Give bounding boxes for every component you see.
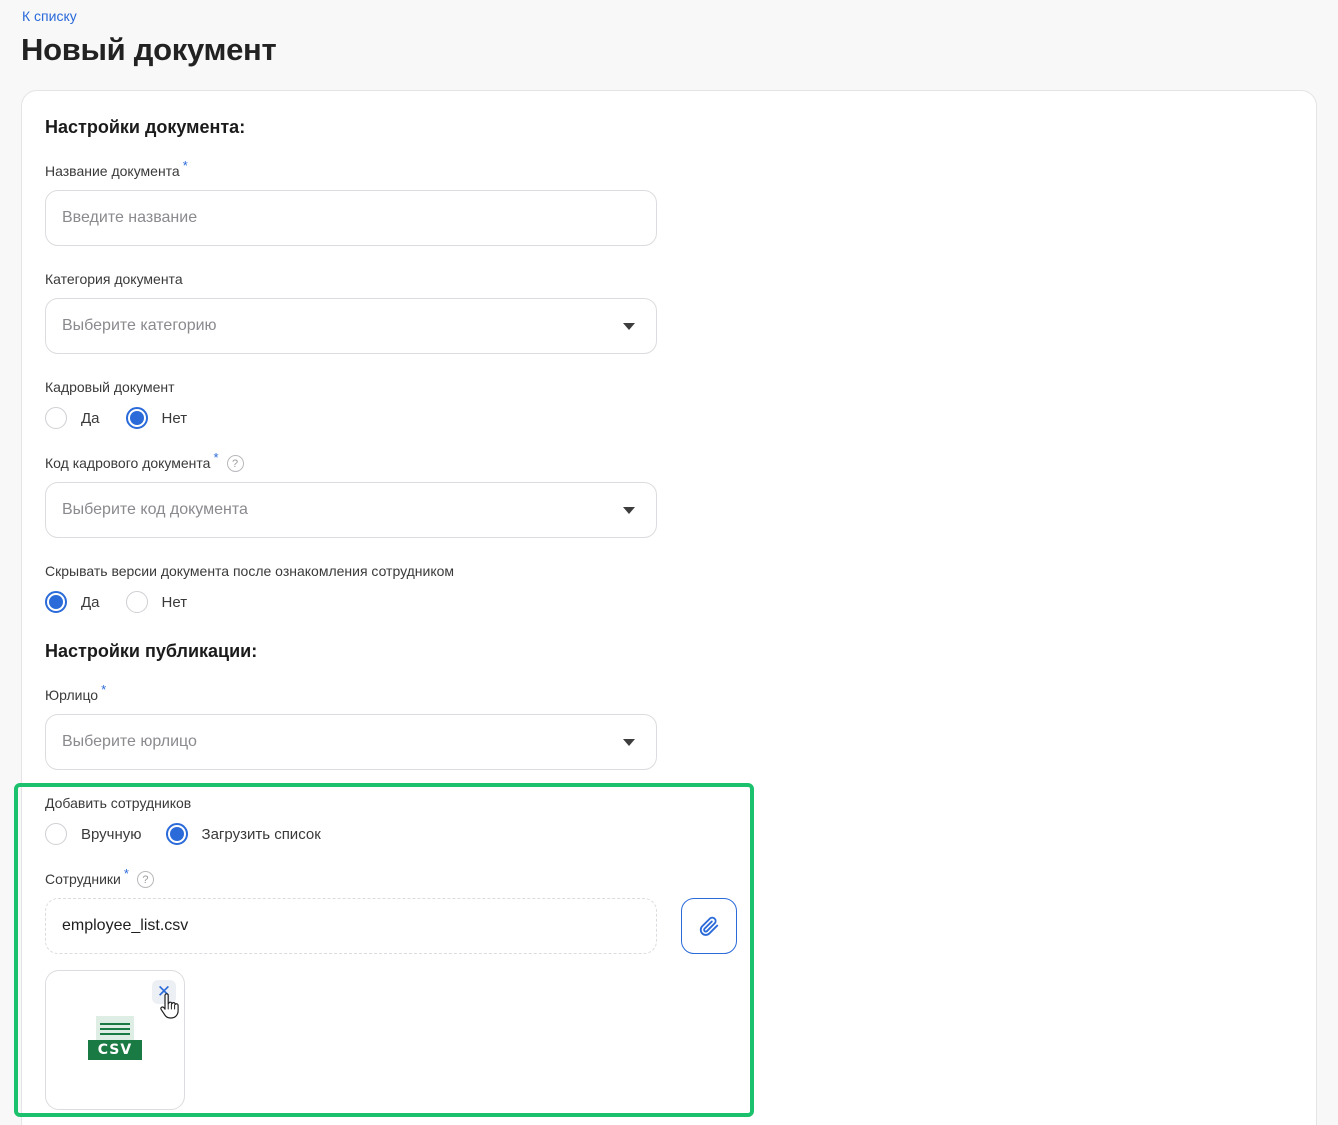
doc-name-field[interactable] [45, 190, 657, 246]
chevron-down-icon [623, 738, 635, 746]
remove-file-button[interactable]: ✕ [152, 980, 176, 1004]
category-label: Категория документа [45, 271, 183, 287]
add-manually-radio[interactable]: Вручную [45, 823, 142, 845]
entity-placeholder: Выберите юрлицо [62, 733, 197, 750]
hide-versions-yes-radio[interactable]: Да [45, 591, 100, 613]
required-mark: * [213, 450, 219, 465]
radio-label: Нет [161, 593, 188, 611]
category-select[interactable]: Выберите категорию [45, 298, 657, 354]
add-employees-label: Добавить сотрудников [45, 795, 192, 811]
radio-label: Да [81, 593, 100, 611]
hr-doc-no-radio[interactable]: Нет [125, 407, 188, 429]
radio-circle-selected[interactable] [45, 591, 67, 613]
doc-name-label-text: Название документа [45, 163, 180, 179]
employees-label: Сотрудники * ? [45, 866, 154, 888]
category-placeholder: Выберите категорию [62, 317, 217, 334]
help-icon[interactable]: ? [226, 455, 244, 472]
hr-code-placeholder: Выберите код документа [62, 501, 248, 518]
page-title: Новый документ [21, 32, 277, 67]
radio-label: Да [81, 409, 100, 427]
radio-label: Вручную [81, 825, 142, 843]
csv-file-icon: CSV [88, 1016, 142, 1067]
hide-versions-radio-group: Да Нет [45, 591, 211, 613]
required-mark: * [182, 158, 188, 173]
upload-list-radio[interactable]: Загрузить список [165, 823, 321, 845]
radio-label: Загрузить список [201, 825, 321, 843]
radio-circle[interactable] [45, 823, 67, 845]
close-icon[interactable]: ✕ [157, 982, 171, 1002]
radio-label: Нет [161, 409, 188, 427]
hide-versions-label: Скрывать версии документа после ознакомл… [45, 563, 455, 579]
entity-select[interactable]: Выберите юрлицо [45, 714, 657, 770]
entity-label: Юрлицо * [45, 682, 106, 703]
employees-file-field[interactable]: employee_list.csv [45, 898, 657, 954]
add-employees-radio-group: Вручную Загрузить список [45, 823, 345, 845]
doc-name-input[interactable] [62, 209, 640, 227]
attach-file-button[interactable] [681, 898, 737, 954]
required-mark: * [123, 866, 129, 881]
hr-doc-label: Кадровый документ [45, 379, 175, 395]
chevron-down-icon [623, 322, 635, 330]
pub-settings-heading: Настройки публикации: [45, 641, 258, 661]
paperclip-icon [699, 916, 719, 936]
back-link[interactable]: К списку [22, 8, 77, 24]
hr-doc-radio-group: Да Нет [45, 407, 211, 429]
doc-settings-heading: Настройки документа: [45, 117, 246, 137]
radio-circle-selected[interactable] [125, 407, 148, 429]
chevron-down-icon [623, 506, 635, 514]
help-icon[interactable]: ? [136, 871, 154, 888]
doc-name-label: Название документа * [45, 158, 188, 179]
required-mark: * [101, 682, 107, 697]
entity-label-text: Юрлицо [45, 687, 99, 703]
hr-doc-yes-radio[interactable]: Да [45, 407, 100, 429]
hr-code-select[interactable]: Выберите код документа [45, 482, 657, 538]
hr-code-label: Код кадрового документа * ? [45, 450, 244, 472]
radio-circle[interactable] [125, 591, 148, 613]
radio-circle[interactable] [45, 407, 67, 429]
employees-label-text: Сотрудники [45, 871, 121, 887]
radio-circle-selected[interactable] [165, 823, 188, 845]
hr-code-label-text: Код кадрового документа [45, 455, 211, 471]
csv-badge-label: CSV [97, 1042, 133, 1058]
uploaded-file-tile: CSV ✕ [45, 970, 185, 1110]
hide-versions-no-radio[interactable]: Нет [125, 591, 188, 613]
file-name: employee_list.csv [62, 917, 189, 934]
